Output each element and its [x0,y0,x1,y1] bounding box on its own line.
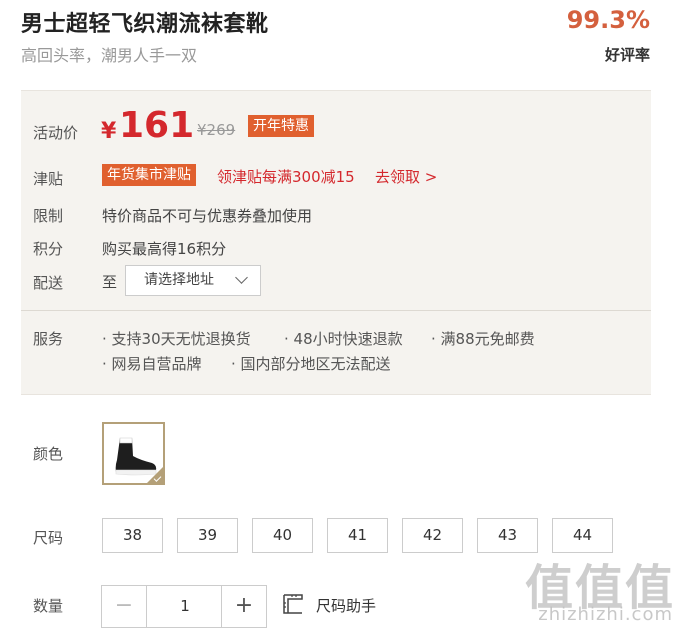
claim-subsidy-link[interactable]: 去领取 > [375,166,437,187]
points-label: 积分 [33,240,64,258]
increase-quantity-button[interactable]: + [221,586,266,627]
color-label: 颜色 [33,445,64,463]
delivery-to: 至 [102,273,118,291]
service-item: · 国内部分地区无法配送 [231,355,391,373]
service-item: · 满88元免邮费 [431,330,535,348]
limit-text: 特价商品不可与优惠券叠加使用 [102,207,313,225]
quantity-stepper: − 1 + [101,585,267,628]
decrease-quantity-button[interactable]: − [102,586,147,627]
address-select-label: 请选择地址 [144,272,214,288]
service-label: 服务 [33,330,64,348]
size-option[interactable]: 38 [102,518,163,553]
subsidy-text[interactable]: 领津贴每满300减15 [217,166,355,187]
size-label: 尺码 [33,529,64,547]
promo-panel: 活动价 ¥ 161 ¥269 开年特惠 津贴 年货集市津贴 领津贴每满300减1… [21,90,651,395]
service-item: · 网易自营品牌 [102,355,202,373]
price-label: 活动价 [33,124,79,142]
chevron-down-icon [235,271,248,284]
product-title: 男士超轻飞织潮流袜套靴 [21,12,269,37]
size-option[interactable]: 41 [327,518,388,553]
size-option[interactable]: 39 [177,518,238,553]
price-tag: 开年特惠 [248,115,314,137]
limit-label: 限制 [33,207,64,225]
address-select[interactable]: 请选择地址 [125,265,261,296]
quantity-input[interactable]: 1 [147,586,223,627]
service-item: · 48小时快速退款 [284,330,403,348]
product-subtitle: 高回头率，潮男人手一双 [21,46,198,65]
delivery-label: 配送 [33,274,64,292]
divider [21,310,651,311]
service-item: · 支持30天无忧退换货 [102,330,251,348]
size-option[interactable]: 42 [402,518,463,553]
price-currency: ¥ [101,119,117,144]
original-price: ¥269 [197,121,236,139]
rating-label: 好评率 [604,46,650,64]
size-helper-link[interactable]: 尺码助手 [316,595,376,616]
ruler-icon[interactable] [282,593,304,615]
quantity-label: 数量 [33,597,64,615]
points-text: 购买最高得16积分 [102,240,227,258]
price-value: 161 [119,105,195,146]
subsidy-tag: 年货集市津贴 [102,164,196,186]
size-option[interactable]: 40 [252,518,313,553]
color-option-black[interactable] [102,422,165,485]
rating-value: 99.3% [566,6,650,34]
subsidy-label: 津贴 [33,170,64,188]
watermark-site: zhizhizhi.com [538,604,673,625]
